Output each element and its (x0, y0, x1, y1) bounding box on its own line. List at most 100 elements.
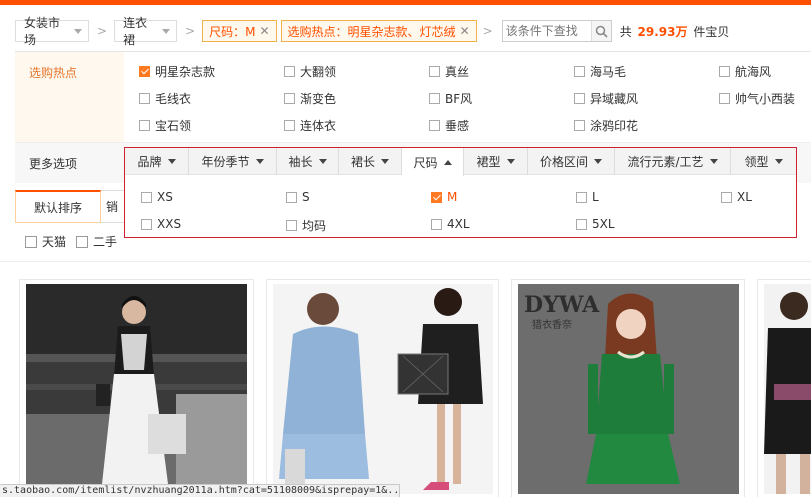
hot-option[interactable]: 宝石领 (139, 117, 191, 134)
chevron-right-icon: > (482, 24, 493, 38)
tab-season[interactable]: 年份季节 (189, 148, 277, 175)
chevron-down-icon (255, 159, 264, 164)
more-options-label: 更多选项 (29, 157, 78, 171)
hot-option-label: 渐变色 (300, 92, 337, 106)
result-count-suffix: 件宝贝 (693, 24, 730, 39)
checkbox-icon (429, 66, 440, 77)
size-option[interactable]: XS (141, 190, 173, 204)
close-icon[interactable]: ✕ (259, 24, 269, 38)
chevron-down-icon (709, 159, 718, 164)
size-option[interactable]: 5XL (576, 217, 615, 231)
hot-option-label: 明星杂志款 (155, 65, 216, 79)
tab-label: 品牌 (137, 155, 162, 169)
size-option[interactable]: 均码 (286, 217, 326, 234)
hot-option[interactable]: 真丝 (429, 63, 469, 80)
product-card[interactable] (757, 279, 811, 497)
sort-sales-button[interactable]: 销 (101, 190, 125, 223)
size-option[interactable]: 4XL (431, 217, 470, 231)
breadcrumb-category-label: 连衣裙 (123, 16, 148, 47)
tab-sleeve[interactable]: 袖长 (277, 148, 339, 175)
selected-hot-chip[interactable]: 选购热点：明星杂志款、灯芯绒 ✕ (280, 20, 477, 42)
hot-option[interactable]: 连体衣 (284, 117, 336, 134)
size-option-label: XS (157, 190, 173, 204)
quick-filter-label: 天猫 (42, 235, 67, 249)
sort-default-button[interactable]: 默认排序 (15, 190, 101, 223)
quick-filter-label: 二手 (93, 235, 118, 249)
chevron-down-icon (506, 159, 515, 164)
checkbox-icon (719, 66, 730, 77)
brand-watermark: DYWA (524, 292, 600, 318)
breadcrumb-market-dropdown[interactable]: 女装市场 (15, 16, 89, 47)
close-icon[interactable]: ✕ (460, 24, 470, 38)
result-count-prefix: 共 (619, 24, 632, 39)
tab-size[interactable]: 尺码 (402, 148, 464, 176)
tab-trend[interactable]: 流行元素/工艺 (615, 148, 731, 175)
quick-filter-secondhand[interactable]: 二手 (76, 233, 117, 250)
hot-option[interactable]: 海马毛 (574, 63, 626, 80)
hot-option[interactable]: 异域藏风 (574, 90, 638, 107)
tab-skirt-length[interactable]: 裙长 (339, 148, 402, 175)
sort-bar: 默认排序 销 (15, 190, 125, 223)
product-image[interactable] (764, 284, 811, 494)
hot-option[interactable]: 大翻领 (284, 63, 336, 80)
hot-option-label: BF风 (445, 92, 473, 106)
tab-collar[interactable]: 领型 (731, 148, 796, 175)
chevron-right-icon: > (97, 24, 108, 38)
hot-option[interactable]: 航海风 (719, 63, 771, 80)
hot-option[interactable]: 明星杂志款 (139, 63, 215, 80)
product-card[interactable] (266, 279, 499, 497)
checkbox-icon (139, 93, 150, 104)
hot-option[interactable]: 垂感 (429, 117, 469, 134)
tab-skirt-type[interactable]: 裙型 (464, 148, 528, 175)
hot-option[interactable]: BF风 (429, 90, 472, 107)
chevron-down-icon (594, 159, 602, 164)
tab-label: 年份季节 (201, 155, 250, 169)
attribute-tabs: 品牌 年份季节 袖长 裙长 尺码 裙型 价格区间 流行元素/工艺 领型 (125, 148, 796, 176)
hot-option-label: 宝石领 (155, 119, 192, 133)
checkbox-icon (139, 120, 150, 131)
hot-option[interactable]: 涂鸦印花 (574, 117, 638, 134)
checkbox-icon (429, 93, 440, 104)
hot-option[interactable]: 毛线衣 (139, 90, 191, 107)
checkbox-icon (284, 66, 295, 77)
browser-status-bar: s.taobao.com/itemlist/nvzhuang2011a.htm?… (0, 484, 400, 497)
chevron-down-icon (381, 159, 389, 164)
chevron-right-icon: > (185, 24, 196, 38)
checkbox-icon (574, 93, 585, 104)
size-option-label: S (302, 190, 310, 204)
checkbox-icon (25, 235, 37, 248)
tab-price-range[interactable]: 价格区间 (528, 148, 615, 175)
checkbox-icon (431, 218, 442, 230)
size-option-selected[interactable]: M (431, 190, 457, 204)
product-card[interactable]: DYWA 猎衣香奈 (511, 279, 745, 497)
product-image[interactable]: DYWA 猎衣香奈 (518, 284, 739, 494)
product-image[interactable] (273, 284, 493, 494)
breadcrumb-category-dropdown[interactable]: 连衣裙 (114, 16, 178, 47)
size-option[interactable]: S (286, 190, 310, 204)
hot-option-label: 帅气小西装 (735, 92, 796, 106)
hot-option-label: 海马毛 (590, 65, 627, 79)
hot-filter-label: 选购热点 (15, 52, 124, 142)
quick-filter-tmall[interactable]: 天猫 (25, 233, 66, 250)
checkbox-icon (429, 120, 440, 131)
product-image[interactable] (26, 284, 247, 494)
search-button[interactable] (590, 21, 611, 41)
breadcrumb-market-label: 女装市场 (24, 16, 61, 47)
tab-label: 领型 (744, 155, 769, 169)
tab-brand[interactable]: 品牌 (125, 148, 189, 175)
checkbox-icon (576, 218, 587, 230)
selected-size-chip[interactable]: 尺码：M ✕ (202, 20, 277, 42)
hot-option[interactable]: 渐变色 (284, 90, 336, 107)
size-option-label: L (592, 190, 599, 204)
size-option[interactable]: L (576, 190, 599, 204)
checkbox-icon (574, 120, 585, 131)
result-count: 共 29.93万 件宝贝 (620, 23, 730, 40)
search-within-input[interactable] (502, 21, 591, 41)
size-option-label: XL (737, 190, 752, 204)
product-card[interactable] (19, 279, 254, 497)
chevron-down-icon (74, 28, 82, 34)
size-option[interactable]: XL (721, 190, 752, 204)
hot-option[interactable]: 帅气小西装 (719, 90, 795, 107)
size-option-label: 均码 (302, 219, 327, 233)
size-option[interactable]: XXS (141, 217, 181, 231)
